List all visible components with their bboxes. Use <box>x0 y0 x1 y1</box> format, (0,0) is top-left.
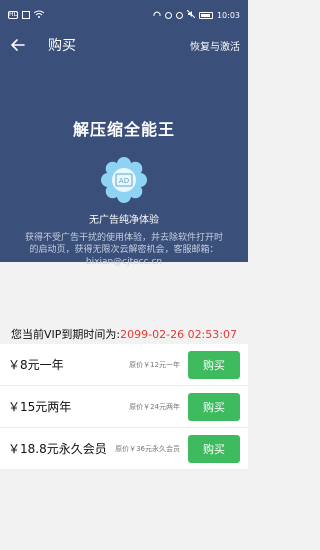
plan-original-price: 原价￥24元两年 <box>129 402 180 411</box>
no-ads-badge-icon: AD <box>101 157 147 203</box>
status-left: HD <box>8 10 45 20</box>
buy-button[interactable]: 购买 <box>188 350 240 379</box>
mute-icon <box>186 9 196 20</box>
plan-original-price: 原价￥36元永久会员 <box>115 444 180 453</box>
feature-title: 无广告纯净体验 <box>89 215 159 226</box>
plan-item: ￥8元一年 原价￥12元一年 购买 <box>0 344 248 386</box>
status-time: 10:03 <box>216 10 240 20</box>
buy-button[interactable]: 购买 <box>188 434 240 463</box>
plan-name: ￥8元一年 <box>8 358 64 372</box>
wifi-icon <box>33 10 45 20</box>
signal-icon <box>22 11 30 19</box>
plan-original-price: 原价￥12元一年 <box>129 360 180 369</box>
badge-text: AD <box>119 177 129 185</box>
vip-expiry-label: 您当前VIP到期时间为: <box>11 328 121 341</box>
status-bar: HD 10:03 <box>0 0 248 30</box>
hero-panel: HD 10:03 购买 恢复与激活 解压缩全能王 AD 无广告纯净体验 获得不受… <box>0 0 248 267</box>
plan-name: ￥18.8元永久会员 <box>8 442 107 456</box>
restore-activate-link[interactable]: 恢复与激活 <box>190 38 240 53</box>
app-name: 解压缩全能王 <box>72 120 175 139</box>
headphones-icon <box>153 10 161 20</box>
plan-list: ￥8元一年 原价￥12元一年 购买 ￥15元两年 原价￥24元两年 购买 ￥18… <box>0 344 248 470</box>
plan-name: ￥15元两年 <box>8 400 72 414</box>
vip-expiry-time: 2099-02-26 02:53:07 <box>120 328 237 341</box>
status-right: 10:03 <box>153 9 240 20</box>
eye-icon <box>164 11 172 19</box>
page-title: 购买 <box>48 38 76 54</box>
battery-icon <box>198 11 213 19</box>
feature-description: 获得不受广告干扰的使用体验，并去除软件打开时的启动页，获得无限次云解密机会，客服… <box>24 233 223 267</box>
plan-item: ￥15元两年 原价￥24元两年 购买 <box>0 386 248 428</box>
alarm-icon <box>175 11 183 19</box>
plan-item: ￥18.8元永久会员 原价￥36元永久会员 购买 <box>0 428 248 470</box>
back-button[interactable] <box>0 30 36 60</box>
buy-button[interactable]: 购买 <box>188 392 240 421</box>
arrow-left-icon <box>11 39 25 51</box>
sim-icon: HD <box>8 11 19 19</box>
vip-expiry: 您当前VIP到期时间为:2099-02-26 02:53:07 <box>0 326 248 342</box>
title-bar: 购买 恢复与激活 <box>0 30 248 60</box>
